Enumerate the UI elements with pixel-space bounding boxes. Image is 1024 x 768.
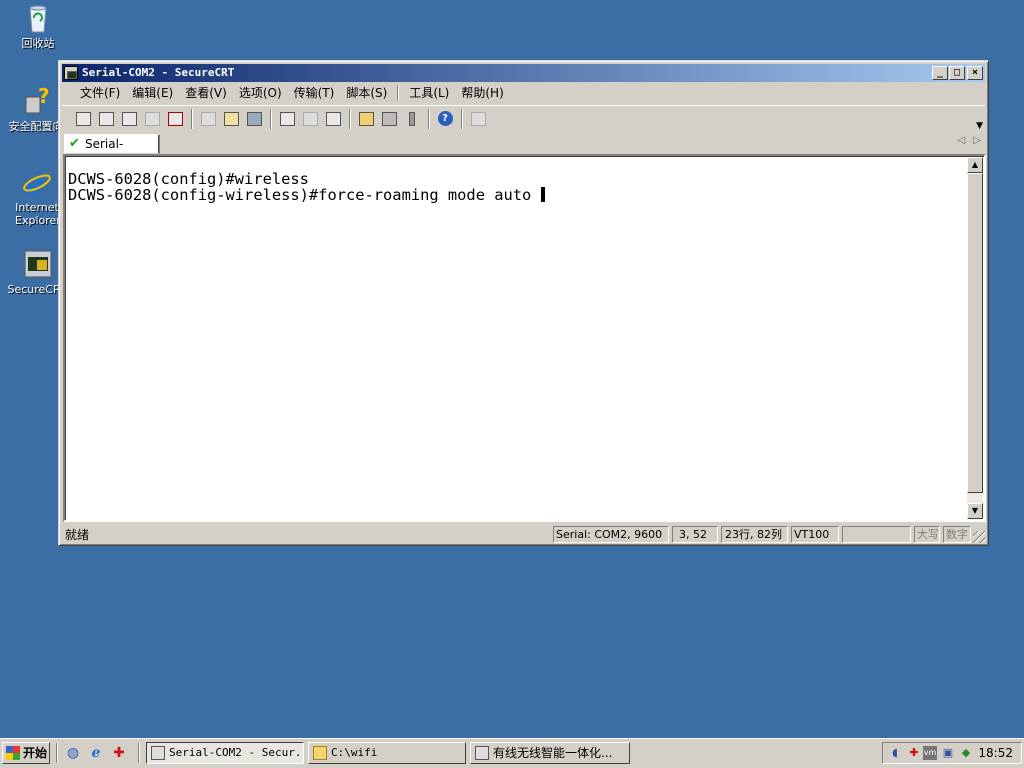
system-tray: ◖ ✚ vm ▣ ◆ 18:52: [882, 742, 1022, 764]
terminal-line-text: DCWS-6028(config-wireless)#force-roaming…: [68, 186, 532, 204]
securecrt-window: Serial-COM2 - SecureCRT _ □ × 文件(F) 编辑(E…: [58, 60, 989, 546]
volume-icon[interactable]: ◖: [888, 746, 902, 760]
security-icon[interactable]: ◆: [959, 746, 973, 760]
windows-logo-icon: [6, 746, 20, 760]
print-icon[interactable]: [322, 108, 344, 130]
clock[interactable]: 18:52: [978, 743, 1013, 763]
menu-script[interactable]: 脚本(S): [340, 83, 393, 103]
minimize-button[interactable]: _: [932, 66, 948, 80]
taskbar-divider: [138, 743, 140, 763]
securecrt-app-icon[interactable]: [64, 66, 78, 80]
status-bar: 就绪 Serial: COM2, 9600 3, 52 23行, 82列 VT1…: [62, 525, 985, 543]
window-title: Serial-COM2 - SecureCRT: [82, 66, 235, 79]
recycle-bin-icon: [22, 2, 54, 34]
document-icon: [475, 746, 489, 760]
resize-grip[interactable]: [973, 531, 985, 543]
scroll-up-button[interactable]: ▲: [967, 157, 983, 173]
desktop-icon-label: 回收站: [21, 37, 55, 50]
task-document[interactable]: 有线无线智能一体化...: [470, 742, 630, 764]
start-button[interactable]: 开始: [2, 742, 50, 764]
connect-tab-icon[interactable]: [118, 108, 140, 130]
disconnect-icon[interactable]: [164, 108, 186, 130]
task-label: C:\wifi: [331, 746, 378, 759]
status-port: Serial: COM2, 9600: [553, 526, 669, 543]
toolbar-separator: [270, 108, 272, 129]
desktop-icon-recycle-bin[interactable]: 回收站: [0, 2, 76, 50]
quick-connect-icon[interactable]: [95, 108, 117, 130]
menu-options[interactable]: 选项(O): [233, 83, 288, 103]
session-options-icon[interactable]: [355, 108, 377, 130]
title-bar[interactable]: Serial-COM2 - SecureCRT _ □ ×: [62, 64, 985, 82]
maximize-button[interactable]: □: [949, 66, 965, 80]
toolbar-separator: [191, 108, 193, 129]
start-label: 开始: [23, 746, 48, 760]
menu-transfer[interactable]: 传输(T): [288, 83, 341, 103]
session-tab-strip: ✔ Serial-COM2 ◁ ▷: [62, 133, 985, 169]
toolbar-separator: [349, 108, 351, 129]
text-cursor: [541, 187, 546, 202]
status-emulation: VT100: [791, 526, 839, 543]
network-icon[interactable]: ✚: [907, 746, 921, 760]
terminal-line: DCWS-6028(config-wireless)#force-roaming…: [68, 186, 546, 204]
toolbar: ? ▼: [62, 105, 985, 131]
scroll-thumb[interactable]: [967, 173, 983, 493]
tab-serial-com2[interactable]: ✔ Serial-COM2: [64, 134, 160, 169]
menu-file[interactable]: 文件(F): [74, 83, 126, 103]
internet-explorer-icon: e: [21, 166, 53, 202]
connect-icon[interactable]: [72, 108, 94, 130]
security-wizard-icon: ?: [20, 84, 52, 117]
terminal-output: DCWS-6028(config)#wireless DCWS-6028(conf…: [68, 170, 546, 204]
tab-scroll-right-icon[interactable]: ▷: [973, 135, 981, 146]
status-empty-pane: [842, 526, 911, 543]
toolbar-separator: [428, 108, 430, 129]
terminal-line: DCWS-6028(config)#wireless: [68, 170, 309, 188]
internet-explorer-icon[interactable]: e: [87, 744, 105, 762]
red-arrow-icon[interactable]: ✚: [110, 744, 128, 762]
folder-icon: [313, 746, 327, 760]
show-desktop-icon[interactable]: ◍: [64, 744, 82, 762]
status-cursor-position: 3, 52: [672, 526, 718, 543]
menu-bar: 文件(F) 编辑(E) 查看(V) 选项(O) 传输(T) 脚本(S) 工具(L…: [62, 83, 985, 103]
vmware-icon[interactable]: vm: [923, 746, 937, 760]
find-icon[interactable]: [243, 108, 265, 130]
status-ready-text: 就绪: [65, 528, 90, 542]
status-dimensions: 23行, 82列: [721, 526, 788, 543]
display-icon[interactable]: ▣: [941, 746, 955, 760]
status-num-lock: 数字: [943, 526, 971, 543]
taskbar-divider: [56, 743, 58, 763]
print-selection-icon[interactable]: [299, 108, 321, 130]
vertical-scrollbar[interactable]: ▲ ▼: [967, 157, 983, 519]
task-securecrt[interactable]: Serial-COM2 - Secur...: [146, 742, 304, 764]
connected-check-icon: ✔: [69, 136, 80, 151]
paste-icon[interactable]: [220, 108, 242, 130]
keymap-icon[interactable]: [401, 108, 423, 130]
taskbar: 开始 ◍ e ✚ Serial-COM2 - Secur... C:\wifi …: [0, 738, 1024, 768]
terminal-area[interactable]: DCWS-6028(config)#wireless DCWS-6028(conf…: [63, 154, 986, 522]
toolbar-separator: [461, 108, 463, 129]
log-icon[interactable]: [467, 108, 489, 130]
menu-separator: [397, 85, 400, 101]
print-setup-icon[interactable]: [276, 108, 298, 130]
task-folder-wifi[interactable]: C:\wifi: [308, 742, 466, 764]
desktop-icon-label: Internet Explorer: [15, 201, 59, 227]
menu-help[interactable]: 帮助(H): [455, 83, 509, 103]
toolbar-overflow-icon[interactable]: ▼: [976, 121, 983, 131]
reconnect-icon[interactable]: [141, 108, 163, 130]
menu-tools[interactable]: 工具(L): [403, 83, 455, 103]
securecrt-icon: [151, 746, 165, 760]
tab-scroll-left-icon[interactable]: ◁: [958, 135, 966, 146]
securecrt-icon: [21, 248, 53, 280]
task-label: Serial-COM2 - Secur...: [169, 746, 304, 759]
help-icon[interactable]: ?: [434, 108, 456, 130]
svg-text:?: ?: [38, 85, 50, 108]
close-button[interactable]: ×: [967, 66, 983, 80]
menu-view[interactable]: 查看(V): [179, 83, 233, 103]
menu-edit[interactable]: 编辑(E): [126, 83, 179, 103]
scroll-down-button[interactable]: ▼: [967, 503, 983, 519]
task-label: 有线无线智能一体化...: [493, 746, 613, 760]
status-caps-lock: 大写: [914, 526, 940, 543]
copy-icon[interactable]: [197, 108, 219, 130]
global-options-icon[interactable]: [378, 108, 400, 130]
